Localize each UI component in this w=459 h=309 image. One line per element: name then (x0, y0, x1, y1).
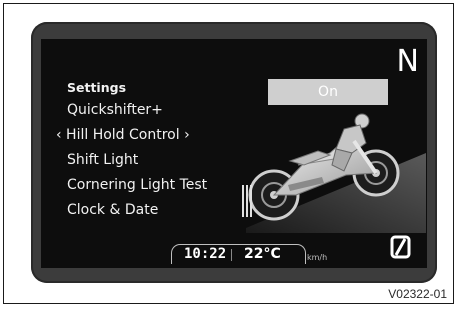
clock-time: 10:22 (184, 246, 227, 262)
speed-bars-icon (242, 185, 252, 217)
menu-title: Settings (67, 80, 127, 95)
ambient-temperature: 22°C (244, 246, 281, 262)
menu-item-quickshifter[interactable]: Quickshifter+ (67, 102, 163, 118)
menu-item-clock-date[interactable]: Clock & Date (67, 202, 158, 218)
speed-unit: km/h (307, 253, 328, 262)
status-separator (231, 249, 232, 261)
slashed-zero-icon (390, 235, 411, 259)
motorcycle-icon (246, 113, 426, 233)
menu-item-shift-light[interactable]: Shift Light (67, 152, 138, 168)
menu-item-hill-hold-control[interactable]: ‹ Hill Hold Control › (56, 127, 190, 143)
value-on-button[interactable]: On (268, 79, 388, 105)
display-screen: N Settings Quickshifter+ ‹ Hill Hold Con… (41, 39, 427, 268)
figure-caption: V02322-01 (388, 287, 447, 301)
gear-indicator: N (396, 44, 419, 79)
menu-item-cornering-light-test[interactable]: Cornering Light Test (67, 177, 207, 193)
